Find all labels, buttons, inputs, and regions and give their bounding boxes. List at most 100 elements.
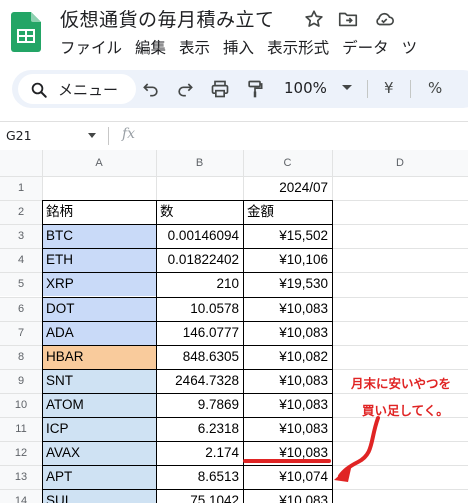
menu-data[interactable]: データ [342, 36, 389, 58]
row-header[interactable]: 13 [0, 465, 42, 490]
cell-a10[interactable]: ATOM [42, 392, 156, 417]
column-header-c[interactable]: C [243, 150, 332, 176]
paint-format-icon[interactable] [245, 79, 265, 99]
cell-a13[interactable]: APT [42, 465, 156, 490]
table-border [42, 392, 333, 394]
cloud-saved-icon[interactable] [373, 8, 395, 30]
table-border [42, 344, 333, 346]
column-header-b[interactable]: B [156, 150, 243, 176]
cell-a1[interactable] [42, 176, 156, 200]
row-header[interactable]: 5 [0, 272, 42, 297]
menu-edit[interactable]: 編集 [135, 36, 166, 58]
cell-b12[interactable]: 2.174 [156, 441, 243, 465]
cell-c8[interactable]: ¥10,082 [243, 345, 332, 369]
row-header[interactable]: 11 [0, 417, 42, 442]
chevron-down-icon[interactable] [342, 85, 352, 90]
row-header[interactable]: 12 [0, 441, 42, 466]
column-header-d[interactable]: D [332, 150, 468, 176]
cell-b7[interactable]: 146.0777 [156, 321, 243, 345]
cell-b6[interactable]: 10.0578 [156, 297, 243, 321]
cell-c7[interactable]: ¥10,083 [243, 321, 332, 345]
cell-b8[interactable]: 848.6305 [156, 345, 243, 369]
cell-b1[interactable] [156, 176, 243, 200]
fx-icon: fx [122, 126, 136, 142]
menu-search-label: メニュー [58, 81, 119, 99]
cell-c9[interactable]: ¥10,083 [243, 369, 332, 393]
cell-b11[interactable]: 6.2318 [156, 417, 243, 441]
row-header[interactable]: 4 [0, 248, 42, 273]
cell-c6[interactable]: ¥10,083 [243, 297, 332, 321]
cell-b4[interactable]: 0.01822402 [156, 248, 243, 272]
undo-icon[interactable] [141, 79, 161, 99]
cell-c3[interactable]: ¥15,502 [243, 224, 332, 248]
table-border [42, 200, 333, 202]
cell-b14[interactable]: 75.1042 [156, 489, 243, 503]
cell-b2[interactable]: 数 [156, 200, 243, 224]
row-header[interactable]: 8 [0, 344, 42, 369]
chevron-down-icon[interactable] [88, 133, 96, 138]
currency-format-button[interactable]: ¥ [384, 79, 394, 97]
sheets-logo [11, 12, 41, 52]
cell-b10[interactable]: 9.7869 [156, 393, 243, 417]
menu-bar: ファイル 編集 表示 挿入 表示形式 データ ツ [60, 36, 417, 58]
gridline [0, 176, 468, 177]
cell-a2[interactable]: 銘柄 [42, 200, 156, 224]
cell-b3[interactable]: 0.00146094 [156, 224, 243, 248]
table-border [42, 224, 333, 226]
menu-format[interactable]: 表示形式 [267, 36, 329, 58]
cell-b13[interactable]: 8.6513 [156, 465, 243, 489]
row-header[interactable]: 1 [0, 176, 42, 201]
cell-b9[interactable]: 2464.7328 [156, 369, 243, 393]
cell-a7[interactable]: ADA [42, 320, 156, 345]
cell-c11[interactable]: ¥10,083 [243, 417, 332, 441]
select-all-corner[interactable] [0, 150, 42, 176]
annotation-underline [243, 459, 331, 463]
cell-a4[interactable]: ETH [42, 248, 156, 273]
row-header[interactable]: 3 [0, 224, 42, 249]
star-icon[interactable] [303, 8, 325, 30]
row-header[interactable]: 2 [0, 200, 42, 225]
toolbar: メニュー 100% ¥ % [12, 70, 468, 108]
row-header[interactable]: 6 [0, 296, 42, 321]
cell-a8[interactable]: HBAR [42, 344, 156, 369]
name-box[interactable]: G21 [6, 128, 32, 143]
print-icon[interactable] [210, 79, 230, 99]
percent-format-button[interactable]: % [428, 79, 442, 97]
table-border [42, 200, 43, 503]
column-header-a[interactable]: A [42, 150, 156, 176]
row-header[interactable]: 10 [0, 392, 42, 417]
spreadsheet-grid[interactable]: A B C D 1 2024/07 2 銘柄数金額 3 BTC 0.00146094 ¥15,502 4… [0, 150, 468, 503]
cell-a12[interactable]: AVAX [42, 441, 156, 466]
menu-search[interactable]: メニュー [18, 74, 136, 104]
row-header[interactable]: 14 [0, 489, 42, 503]
search-icon [31, 82, 47, 98]
cell-a9[interactable]: SNT [42, 368, 156, 393]
menu-file[interactable]: ファイル [60, 36, 122, 58]
cell-c13[interactable]: ¥10,074 [243, 465, 332, 489]
cell-b5[interactable]: 210 [156, 272, 243, 296]
cell-c4[interactable]: ¥10,106 [243, 248, 332, 272]
redo-icon[interactable] [175, 79, 195, 99]
cell-c14[interactable]: ¥10,083 [243, 489, 332, 503]
table-border [42, 465, 333, 467]
zoom-select[interactable]: 100% [284, 79, 327, 97]
document-title[interactable]: 仮想通貨の毎月積み立て [60, 5, 275, 32]
cell-c5[interactable]: ¥19,530 [243, 272, 332, 296]
table-border [42, 320, 333, 322]
cell-a14[interactable]: SUI [42, 489, 156, 503]
menu-view[interactable]: 表示 [179, 36, 210, 58]
cell-a5[interactable]: XRP [42, 272, 156, 297]
cell-a6[interactable]: DOT [42, 296, 156, 321]
row-header[interactable]: 7 [0, 320, 42, 345]
menu-tools[interactable]: ツ [402, 36, 418, 58]
cell-c10[interactable]: ¥10,083 [243, 393, 332, 417]
move-folder-icon[interactable] [337, 8, 359, 30]
cell-c1[interactable]: 2024/07 [243, 176, 332, 200]
cell-c2[interactable]: 金額 [243, 200, 332, 224]
row-header[interactable]: 9 [0, 368, 42, 393]
formula-divider [108, 127, 109, 145]
cell-a3[interactable]: BTC [42, 224, 156, 249]
table-border [42, 272, 333, 274]
cell-a11[interactable]: ICP [42, 417, 156, 442]
menu-insert[interactable]: 挿入 [223, 36, 254, 58]
